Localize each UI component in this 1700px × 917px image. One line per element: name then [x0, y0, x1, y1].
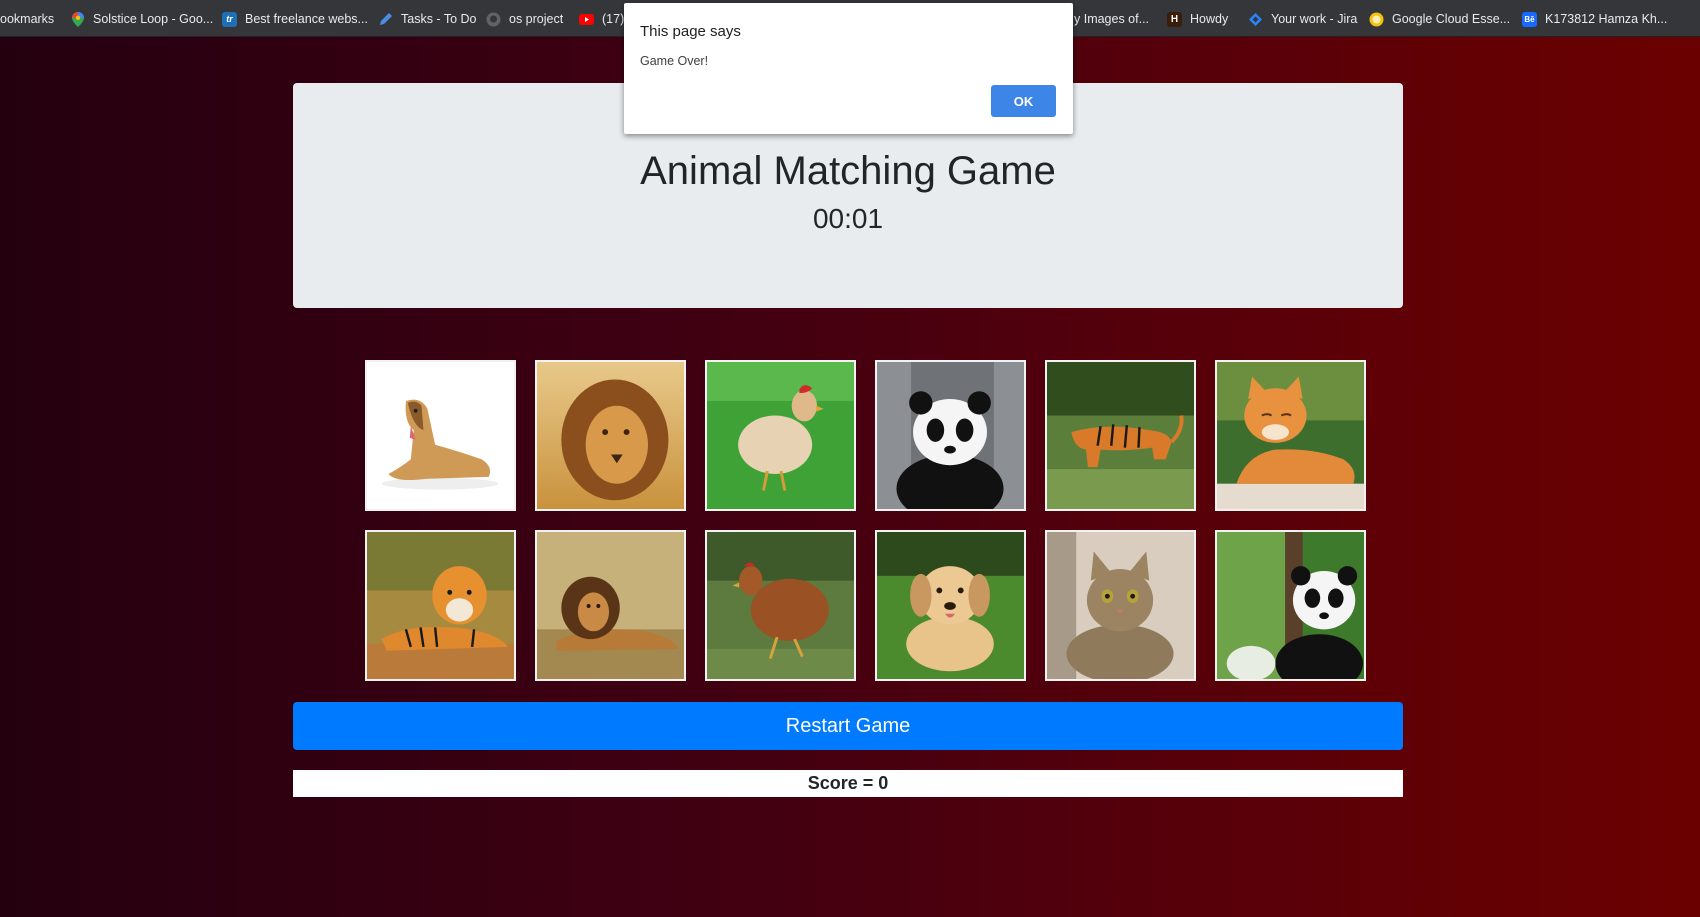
card-tiger[interactable] — [365, 530, 516, 681]
bookmark-label: Your work - Jira — [1271, 12, 1358, 26]
bookmark-item[interactable]: H Howdy — [1159, 5, 1236, 33]
card-panda[interactable] — [1215, 530, 1366, 681]
maps-pin-icon — [70, 11, 85, 27]
dialog-title: This page says — [640, 23, 741, 40]
bookmark-label: ookmarks — [0, 12, 55, 26]
score-display: Score = 0 — [293, 770, 1403, 797]
alert-dialog: This page says Game Over! OK — [624, 3, 1073, 134]
card-dog[interactable] — [365, 360, 516, 511]
google-cloud-icon — [1369, 12, 1384, 27]
card-chicken[interactable] — [705, 360, 856, 511]
card-tiger[interactable] — [1045, 360, 1196, 511]
panda-image — [877, 362, 1024, 509]
bookmark-label: y Images of... — [1074, 12, 1150, 26]
bookmark-label: Google Cloud Esse... — [1392, 12, 1511, 26]
cat-image — [1047, 532, 1194, 679]
bookmark-label: K173812 Hamza Kh... — [1545, 12, 1668, 26]
card-cat[interactable] — [1215, 360, 1366, 511]
tr-logo-icon: tr — [222, 11, 237, 27]
card-lion[interactable] — [535, 360, 686, 511]
card-lion[interactable] — [535, 530, 686, 681]
tiger-image — [367, 532, 514, 679]
bookmark-item[interactable]: ookmarks — [0, 5, 62, 33]
bookmark-label: (17) — [602, 12, 625, 26]
bookmark-label: Howdy — [1190, 12, 1229, 26]
bookmark-item[interactable]: Solstice Loop - Goo... — [62, 5, 221, 33]
chicken-image — [707, 532, 854, 679]
dog-image — [877, 532, 1024, 679]
lion-image — [537, 362, 684, 509]
card-cat[interactable] — [1045, 530, 1196, 681]
bookmark-label: os project — [509, 12, 564, 26]
pencil-icon — [378, 12, 393, 27]
card-dog[interactable] — [875, 530, 1026, 681]
restart-game-button[interactable]: Restart Game — [293, 702, 1403, 750]
bookmark-item[interactable]: Bē K173812 Hamza Kh... — [1514, 5, 1675, 33]
card-chicken[interactable] — [705, 530, 856, 681]
bookmark-item[interactable]: tr Best freelance webs... — [214, 5, 376, 33]
bookmark-label: Solstice Loop - Goo... — [93, 12, 214, 26]
timer: 00:01 — [812, 203, 884, 234]
panda-image — [1217, 532, 1364, 679]
bookmark-item[interactable]: Google Cloud Esse... — [1361, 5, 1518, 33]
chicken-image — [707, 362, 854, 509]
tiger-image — [1047, 362, 1194, 509]
bookmark-label: Tasks - To Do — [401, 12, 477, 26]
page-title: Animal Matching Game — [640, 149, 1056, 193]
behance-icon: Bē — [1522, 11, 1537, 27]
youtube-icon — [579, 12, 594, 27]
lion-image — [537, 532, 684, 679]
howdy-h-icon: H — [1167, 11, 1182, 27]
bookmark-item[interactable]: Tasks - To Do — [370, 5, 485, 33]
ok-button[interactable]: OK — [991, 85, 1056, 117]
card-panda[interactable] — [875, 360, 1026, 511]
jira-icon — [1248, 12, 1263, 27]
bookmark-item[interactable]: y Images of... — [1066, 5, 1157, 33]
dog-image — [367, 362, 514, 509]
bookmark-item[interactable]: os project — [478, 5, 571, 33]
bookmark-item[interactable]: Your work - Jira — [1240, 5, 1365, 33]
bookmark-label: Best freelance webs... — [245, 12, 368, 26]
cat-image — [1217, 362, 1364, 509]
github-icon — [486, 12, 501, 27]
dialog-message: Game Over! — [640, 54, 709, 68]
